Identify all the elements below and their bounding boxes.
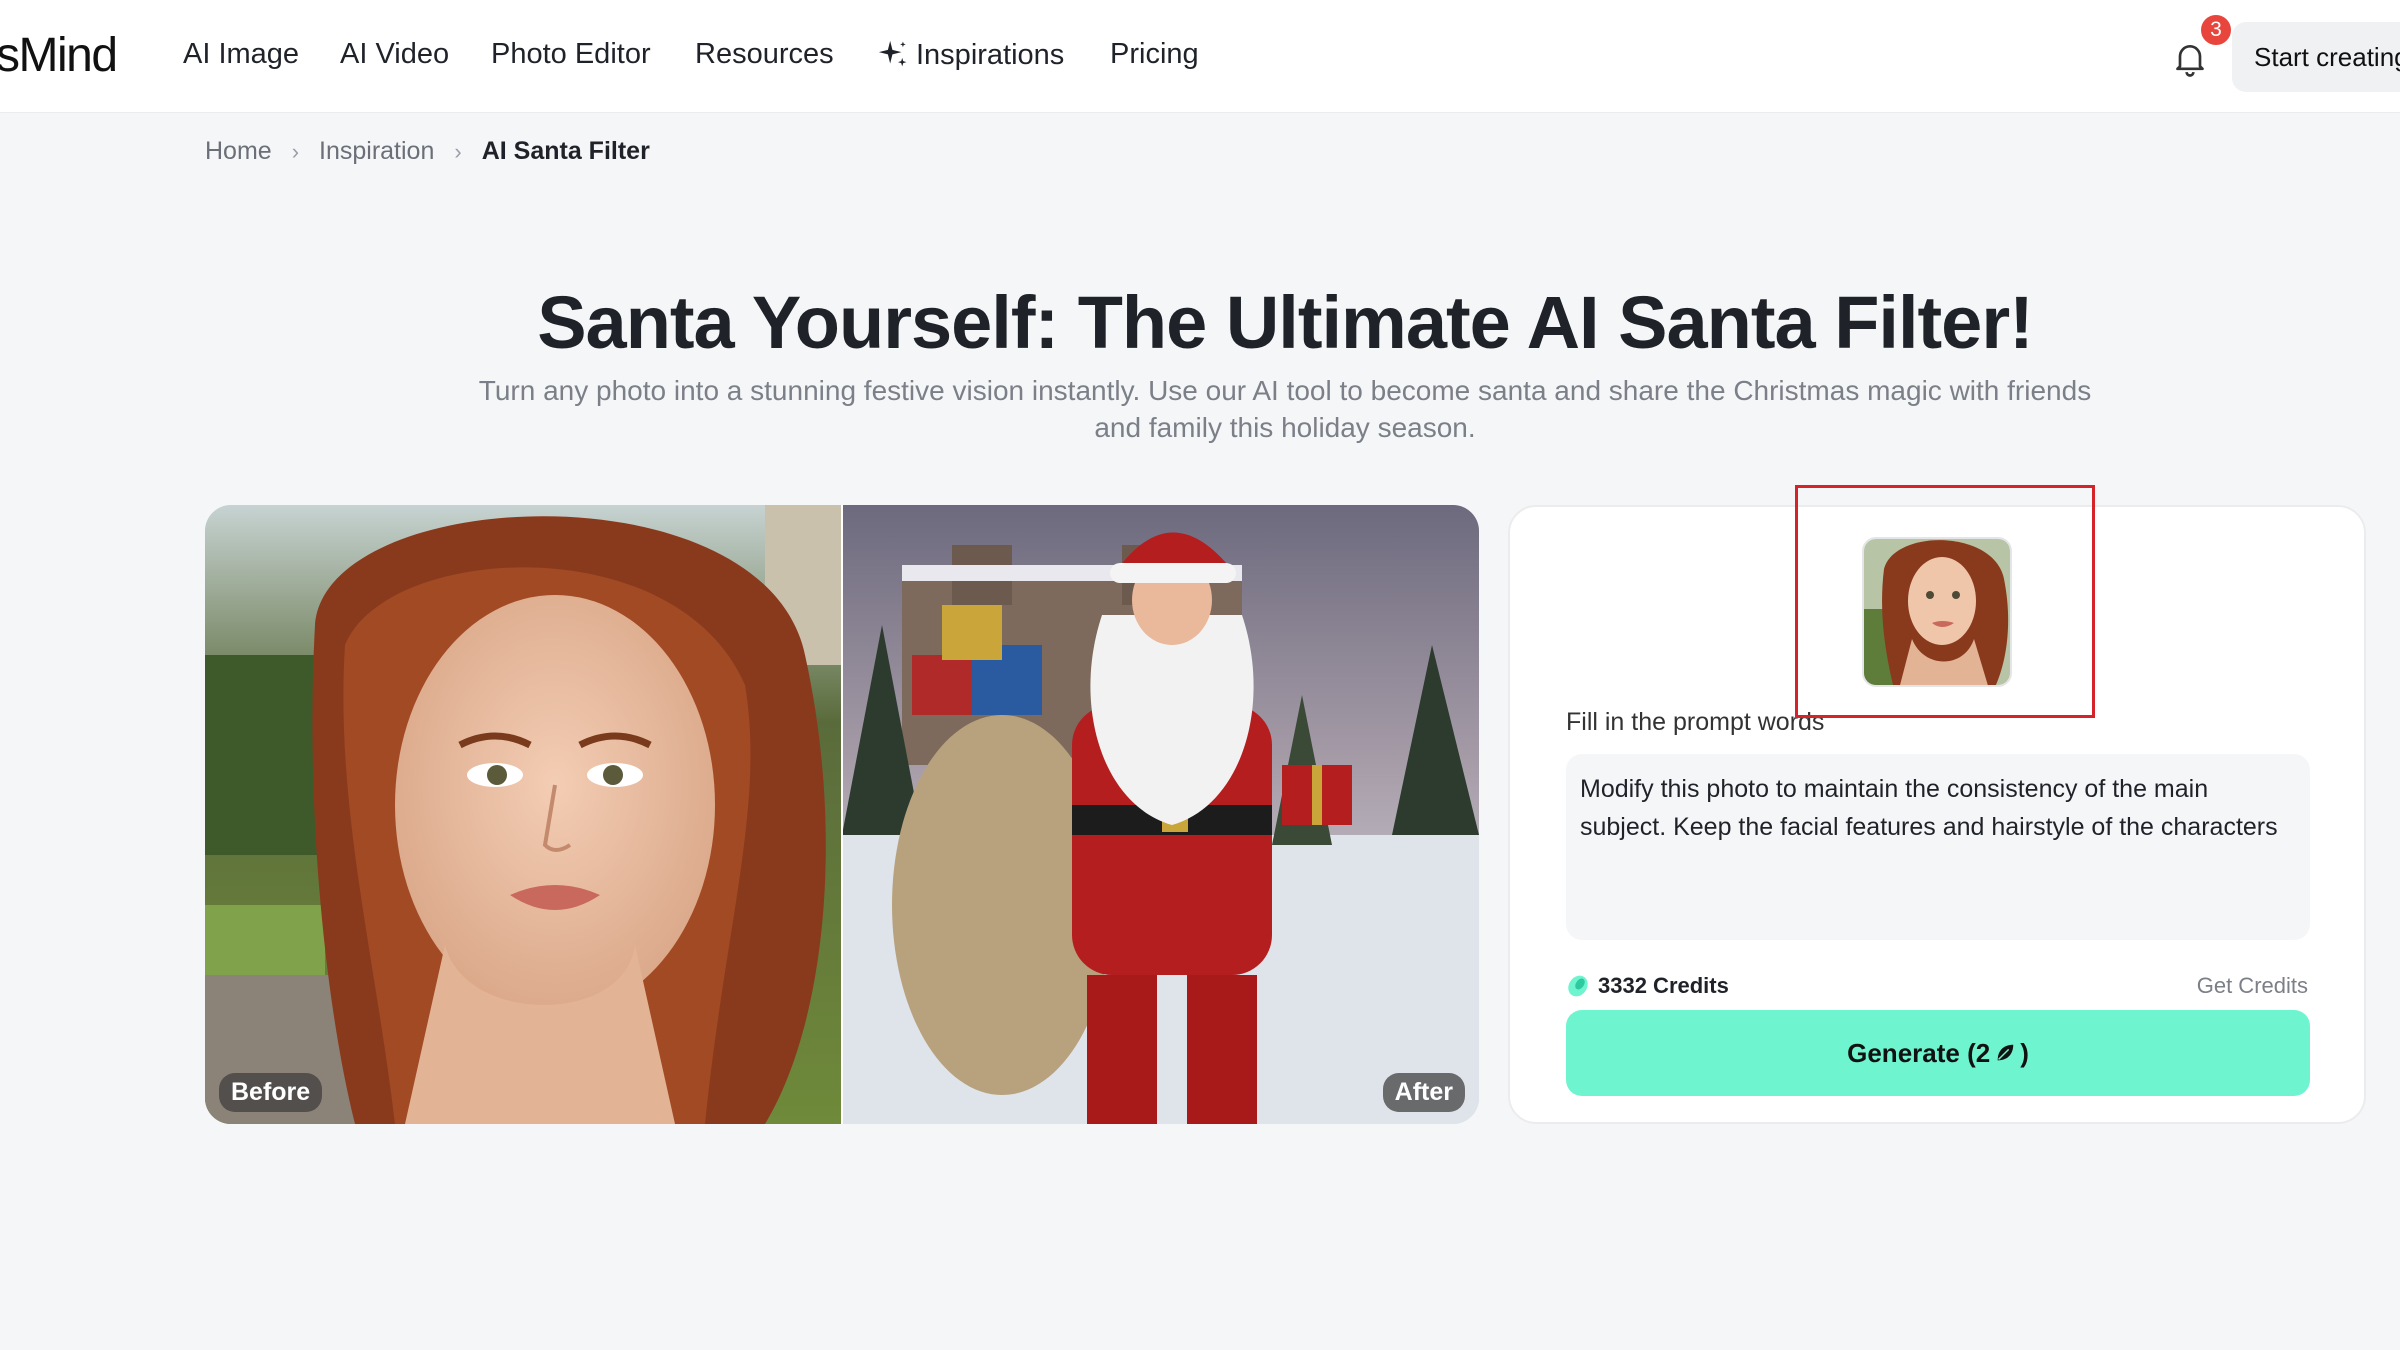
start-creating-button[interactable]: Start creating	[2232, 22, 2400, 92]
nav-pricing[interactable]: Pricing	[1110, 38, 1199, 71]
credits-count: 3332 Credits	[1598, 973, 1729, 998]
logo[interactable]: sMind	[0, 28, 118, 83]
credit-leaf-icon	[1997, 1044, 2014, 1061]
subtitle-line-2: and family this holiday season.	[1094, 412, 1476, 443]
prompt-input[interactable]: Modify this photo to maintain the consis…	[1566, 754, 2310, 940]
generate-label: Generate (2	[1847, 1037, 1991, 1068]
top-navigation-bar: sMind AI Image AI Video Photo Editor Res…	[0, 0, 2400, 113]
nav-inspirations[interactable]: Inspirations	[876, 38, 1064, 72]
credits-display: 3332 Credits	[1566, 973, 1729, 999]
nav-pricing-label: Pricing	[1110, 38, 1199, 70]
subtitle-line-1: Turn any photo into a stunning festive v…	[478, 375, 2092, 406]
prompt-label: Fill in the prompt words	[1566, 708, 1825, 736]
generate-button[interactable]: Generate (2 )	[1566, 1010, 2310, 1096]
breadcrumb: Home › Inspiration › AI Santa Filter	[205, 137, 650, 166]
get-credits-link[interactable]: Get Credits	[2197, 973, 2308, 999]
sparkle-icon	[878, 40, 907, 67]
nav-photo-editor[interactable]: Photo Editor	[491, 38, 651, 71]
after-label: After	[1382, 1073, 1465, 1112]
breadcrumb-current: AI Santa Filter	[481, 137, 650, 165]
generate-suffix: )	[2020, 1037, 2029, 1068]
chevron-right-icon: ›	[291, 138, 300, 164]
nav-ai-image-label: AI Image	[183, 38, 300, 70]
before-after-comparison: Before After	[205, 505, 1479, 1124]
before-label: Before	[219, 1073, 323, 1112]
notification-badge: 3	[2198, 12, 2234, 48]
before-image: Before	[205, 505, 842, 1124]
nav-inspirations-label: Inspirations	[916, 38, 1065, 71]
breadcrumb-home[interactable]: Home	[205, 137, 272, 166]
nav-resources[interactable]: Resources	[695, 38, 834, 71]
credit-coin-icon	[1568, 975, 1588, 997]
breadcrumb-inspiration[interactable]: Inspiration	[319, 137, 434, 166]
selection-highlight-box	[1795, 485, 2095, 718]
chevron-right-icon: ›	[454, 138, 462, 164]
nav-photo-editor-label: Photo Editor	[491, 38, 651, 70]
comparison-divider[interactable]	[841, 505, 843, 1124]
nav-ai-video[interactable]: AI Video	[340, 38, 449, 71]
page-title: Santa Yourself: The Ultimate AI Santa Fi…	[537, 281, 2034, 364]
after-image: After	[842, 505, 1479, 1124]
nav-resources-label: Resources	[695, 38, 834, 70]
nav-ai-image[interactable]: AI Image	[183, 38, 299, 71]
start-creating-label: Start creating	[2254, 41, 2400, 72]
nav-ai-video-label: AI Video	[340, 38, 450, 70]
page-subtitle: Turn any photo into a stunning festive v…	[430, 372, 2140, 446]
